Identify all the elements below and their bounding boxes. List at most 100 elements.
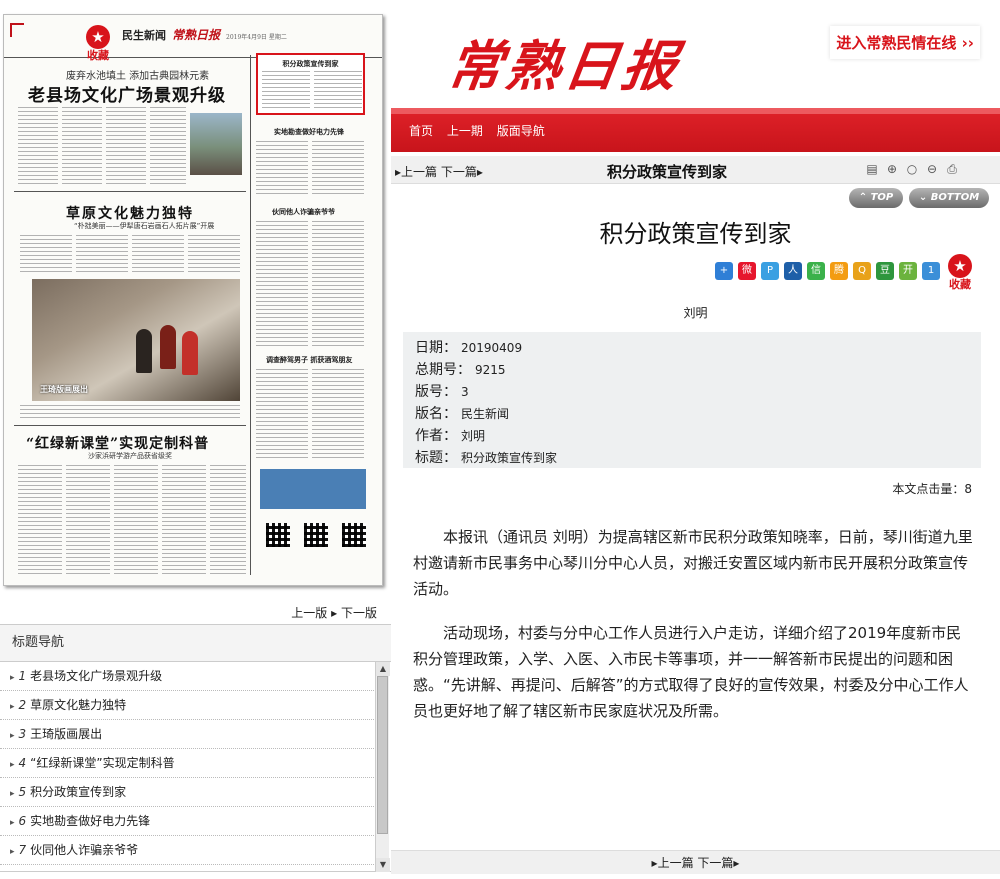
story4-headline[interactable]: “红绿新课堂”实现定制科普 bbox=[26, 433, 209, 453]
nav-page-navigation[interactable]: 版面导航 bbox=[497, 124, 545, 138]
nav-prev-issue[interactable]: 上一期 bbox=[447, 124, 483, 138]
toc-scrollbar[interactable]: ▲ ▼ bbox=[375, 662, 390, 872]
main-nav-bar: 首页 上一期 版面导航 bbox=[391, 108, 1000, 152]
document-icon[interactable]: ▤ bbox=[863, 160, 881, 178]
next-article-link[interactable]: 下一篇 bbox=[441, 165, 477, 179]
search-icon[interactable]: ○ bbox=[903, 160, 921, 178]
kaixin-share-icon[interactable]: 开 bbox=[899, 262, 917, 280]
scroll-thumb[interactable] bbox=[377, 676, 388, 834]
qr-code-icon bbox=[304, 523, 328, 547]
arrow-right-icon: ▸ bbox=[733, 856, 740, 870]
arrow-right-icon: ▸ bbox=[10, 673, 15, 683]
story7-headline[interactable]: 伙同他人诈骗亲爷爷 bbox=[272, 207, 335, 217]
story8-headline[interactable]: 调查醉驾男子 抓获酒驾朋友 bbox=[266, 355, 352, 365]
zoom-in-icon[interactable]: ⊕ bbox=[883, 160, 901, 178]
story6-headline[interactable]: 实地勘查做好电力先锋 bbox=[274, 127, 344, 137]
hit-count: 本文点击量：8 bbox=[892, 482, 972, 496]
star-icon: ★ bbox=[948, 254, 972, 278]
article-author: 刘明 bbox=[683, 306, 708, 320]
photo-caption: 王琦版画展出 bbox=[40, 385, 88, 394]
toc-item[interactable]: ▸ 4 “红绿新课堂”实现定制科普 bbox=[0, 749, 376, 778]
story1-photo bbox=[190, 113, 242, 175]
toc-title: 标题导航 bbox=[0, 624, 391, 662]
qr-code-icon bbox=[266, 523, 290, 547]
story1-subtitle: 废弃水池填土 添加古典园林元素 bbox=[66, 71, 210, 82]
scroll-up-icon[interactable]: ▲ bbox=[376, 662, 390, 676]
headline-navigation: 标题导航 ▸ 1 老县场文化广场景观升级 ▸ 2 草原文化魅力独特 ▸ 3 王琦版画展出 ▸… bbox=[0, 624, 391, 872]
story2-subtitle: “朴拙美丽——伊犁唐石岩画石人拓片展”开展 bbox=[74, 222, 215, 230]
douban-share-icon[interactable]: 豆 bbox=[876, 262, 894, 280]
article-bar-title: 积分政策宣传到家 bbox=[607, 163, 728, 181]
arrow-right-icon: ▸ bbox=[10, 760, 15, 770]
add-share-icon[interactable]: + bbox=[715, 262, 733, 280]
arrow-right-icon: ▸ bbox=[10, 731, 15, 741]
scroll-top-button[interactable]: ⌃ TOP bbox=[849, 188, 903, 208]
next-article-link-bottom[interactable]: 下一篇 bbox=[697, 856, 733, 870]
arrow-right-icon: ▸ bbox=[10, 789, 15, 799]
tqq-share-icon[interactable]: 腾 bbox=[830, 262, 848, 280]
arrow-right-icon: ▸ bbox=[476, 165, 483, 179]
article-tools: ▤ ⊕ ○ ⊖ ⎙ bbox=[863, 160, 963, 178]
favorite-button[interactable]: ★ 收藏 bbox=[946, 254, 974, 292]
star-icon: ★ bbox=[86, 25, 110, 49]
scroll-bottom-button[interactable]: ⌄ BOTTOM bbox=[909, 188, 989, 208]
exhibition-photo: 王琦版画展出 bbox=[32, 279, 240, 401]
prev-article-link[interactable]: 上一篇 bbox=[401, 165, 437, 179]
site-logo[interactable]: 常熟日报 bbox=[443, 22, 686, 101]
article-pager: ▸上一篇 下一篇▸ bbox=[395, 163, 483, 180]
meta-row: 版号： 3 bbox=[415, 384, 469, 400]
article-body: 本报讯（通讯员 刘明）为提高辖区新市民积分政策知晓率，日前，琴川街道九里村邀请新… bbox=[413, 524, 975, 742]
article-paragraph: 本报讯（通讯员 刘明）为提高辖区新市民积分政策知晓率，日前，琴川街道九里村邀请新… bbox=[413, 528, 973, 598]
toc-item[interactable]: ▸ 3 王琦版画展出 bbox=[0, 720, 376, 749]
bottom-article-pager: ▸上一篇 下一篇▸ bbox=[391, 850, 1000, 874]
qzone-share-icon[interactable]: P bbox=[761, 262, 779, 280]
zoom-out-icon[interactable]: ⊖ bbox=[923, 160, 941, 178]
corner-mark bbox=[10, 23, 24, 37]
toc-item[interactable]: ▸ 1 老县场文化广场景观升级 bbox=[0, 662, 376, 691]
arrow-right-icon: ▸ bbox=[331, 606, 338, 620]
story1-headline[interactable]: 老县场文化广场景观升级 bbox=[28, 81, 226, 106]
meta-row: 日期： 20190409 bbox=[415, 340, 523, 356]
print-icon[interactable]: ⎙ bbox=[943, 160, 961, 178]
meta-row: 标题： 积分政策宣传到家 bbox=[415, 450, 558, 466]
meta-row: 版名： 民生新闻 bbox=[415, 406, 510, 422]
article-meta: 日期： 20190409 总期号： 9215 版号： 3 版名： 民生新闻 作者： 刘明 … bbox=[403, 332, 981, 468]
qq-share-icon[interactable]: Q bbox=[853, 262, 871, 280]
wechat-share-icon[interactable]: 信 bbox=[807, 262, 825, 280]
renren-share-icon[interactable]: 人 bbox=[784, 262, 802, 280]
story4-subtitle: 沙家浜研学游产品获省级奖 bbox=[88, 452, 172, 460]
share-icons: + 微 P 人信腾 Q 豆开 1 bbox=[715, 262, 945, 280]
article-paragraph: 活动现场，村委与分中心工作人员进行入户走访，详细介绍了2019年度新市民积分管理… bbox=[413, 624, 969, 720]
scroll-down-icon[interactable]: ▼ bbox=[376, 858, 390, 872]
toc-item[interactable]: ▸ 5 积分政策宣传到家 bbox=[0, 778, 376, 807]
chevron-up-icon: ⌃ bbox=[858, 192, 868, 203]
nav-home[interactable]: 首页 bbox=[409, 124, 433, 138]
arrow-right-icon: ▸ bbox=[10, 847, 15, 857]
next-page-link[interactable]: 下一版 bbox=[341, 606, 377, 620]
main-nav: 首页 上一期 版面导航 bbox=[409, 122, 555, 139]
chevron-down-icon: ⌄ bbox=[918, 192, 928, 203]
favorite-button-thumb[interactable]: ★ 收藏 bbox=[84, 25, 112, 63]
story2-headline[interactable]: 草原文化魅力独特 bbox=[66, 203, 194, 223]
meta-row: 总期号： 9215 bbox=[415, 362, 506, 378]
prev-page-link[interactable]: 上一版 bbox=[291, 606, 327, 620]
meta-row: 作者： 刘明 bbox=[415, 428, 486, 444]
prev-article-link-bottom[interactable]: 上一篇 bbox=[658, 856, 694, 870]
page-pager: 上一版 ▸ 下一版 bbox=[291, 604, 377, 621]
toc-item[interactable]: ▸ 2 草原文化魅力独特 bbox=[0, 691, 376, 720]
article-toolbar: ▸上一篇 下一篇▸ 积分政策宣传到家 ▤ ⊕ ○ ⊖ ⎙ bbox=[391, 156, 1000, 184]
toc-item[interactable]: ▸ 7 伙同他人诈骗亲爷爷 bbox=[0, 836, 376, 865]
toc-list: ▸ 1 老县场文化广场景观升级 ▸ 2 草原文化魅力独特 ▸ 3 王琦版画展出 ▸ 4 “红绿新… bbox=[0, 662, 391, 872]
article-title: 积分政策宣传到家 bbox=[599, 220, 792, 248]
newspaper-page-thumbnail[interactable]: ★ 收藏 民生新闻 常熟日报 2019年4月9日 星期二 废弃水池填土 添加古典园林… bbox=[3, 14, 383, 586]
right-column: 常熟日报 进入常熟民情在线 ›› 首页 上一期 版面导航 ▸上一篇 下一篇▸ 积… bbox=[391, 0, 1000, 879]
page-masthead: 民生新闻 常熟日报 2019年4月9日 星期二 bbox=[122, 28, 287, 42]
enter-minqing-link[interactable]: 进入常熟民情在线 ›› bbox=[830, 26, 980, 59]
qr-code-icon bbox=[342, 523, 366, 547]
advertisement-banner bbox=[260, 469, 366, 509]
highlighted-story-box[interactable]: 积分政策宣传到家 bbox=[256, 53, 365, 115]
toc-item[interactable]: ▸ 6 实地勘查做好电力先锋 bbox=[0, 807, 376, 836]
weibo-share-icon[interactable]: 微 bbox=[738, 262, 756, 280]
arrow-right-icon: ▸ bbox=[10, 702, 15, 712]
more-share-icon[interactable]: 1 bbox=[922, 262, 940, 280]
